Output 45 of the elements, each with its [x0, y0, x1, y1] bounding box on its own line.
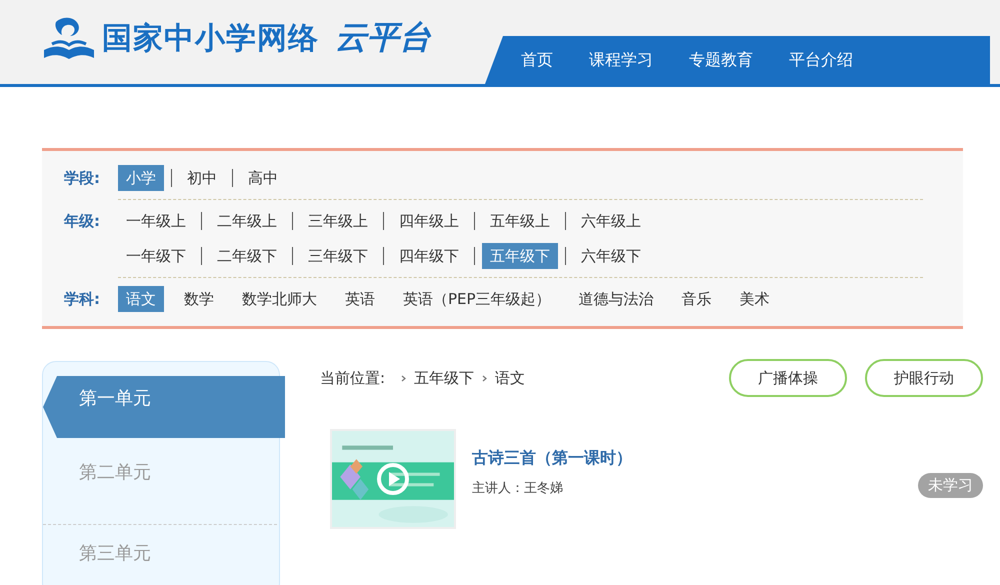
filter-option[interactable]: 数学北师大 — [234, 286, 325, 312]
filter-label: 学段: — [64, 168, 101, 189]
action-button[interactable]: 广播体操 — [729, 359, 847, 397]
filter-option[interactable]: 音乐 — [674, 286, 720, 312]
filter-option[interactable]: 三年级下 — [300, 243, 376, 269]
filter-option[interactable]: 二年级上 — [209, 208, 285, 234]
logo-brand: 云平台 — [335, 17, 431, 58]
filter-option[interactable]: 英语（PEP三年级起） — [395, 286, 559, 312]
filter-option[interactable]: 小学 — [118, 165, 164, 191]
filter-option[interactable]: 六年级下 — [573, 243, 649, 269]
logo-text: 国家中小学网络 — [102, 20, 319, 58]
action-button[interactable]: 护眼行动 — [865, 359, 983, 397]
filter-option[interactable]: 五年级下 — [482, 243, 558, 269]
status-badge: 未学习 — [918, 472, 983, 498]
chevron-icon — [401, 374, 406, 382]
filter-label: 学科: — [64, 289, 101, 310]
filter-option[interactable]: 高中 — [240, 165, 286, 191]
chevron-icon — [482, 374, 488, 382]
nav-link[interactable]: 课程学习 — [571, 36, 671, 84]
filter-label: 年级: — [64, 211, 101, 232]
filter-option[interactable]: 四年级上 — [391, 208, 467, 234]
nav-link[interactable]: 专题教育 — [671, 36, 771, 84]
play-icon[interactable] — [376, 462, 410, 496]
breadcrumb-link[interactable]: 五年级下 — [414, 368, 474, 388]
filter-option[interactable]: 英语 — [337, 286, 383, 312]
filter-option[interactable]: 三年级上 — [300, 208, 376, 234]
filter-option[interactable]: 一年级上 — [118, 208, 194, 234]
breadcrumb-link[interactable]: 语文 — [495, 368, 526, 388]
filter-option[interactable]: 六年级上 — [573, 208, 649, 234]
filter-option[interactable]: 五年级上 — [482, 208, 558, 234]
filter-option[interactable]: 美术 — [732, 286, 778, 312]
filter-option[interactable]: 二年级下 — [209, 243, 285, 269]
filter-option[interactable]: 初中 — [179, 165, 225, 191]
filter-option[interactable]: 数学 — [176, 286, 222, 312]
unit-item[interactable]: 第一单元 — [43, 376, 285, 438]
filter-option[interactable]: 道德与法治 — [570, 286, 662, 312]
lesson-title[interactable]: 古诗三首（第一课时） — [472, 448, 632, 468]
breadcrumb-label: 当前位置: — [320, 368, 386, 388]
lesson-teacher: 主讲人：王冬娣 — [472, 480, 564, 496]
book-logo-icon — [42, 16, 96, 60]
filter-option[interactable]: 一年级下 — [118, 243, 194, 269]
filter-option[interactable]: 四年级下 — [391, 243, 467, 269]
filter-option[interactable]: 语文 — [118, 286, 164, 312]
nav-link[interactable]: 平台介绍 — [771, 36, 871, 84]
nav-link[interactable]: 首页 — [503, 36, 571, 84]
